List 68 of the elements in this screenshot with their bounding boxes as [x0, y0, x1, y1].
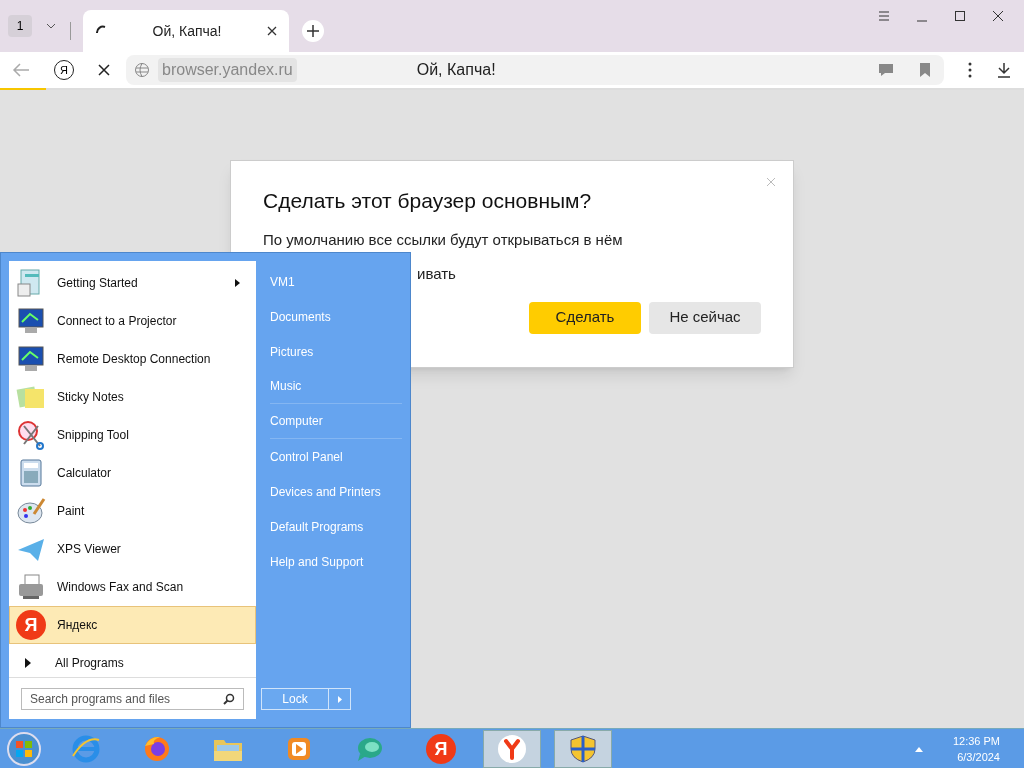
scissors-icon: [16, 420, 46, 450]
program-item[interactable]: Getting Started: [9, 264, 256, 302]
cancel-button[interactable]: Не сейчас: [649, 301, 761, 334]
dialog-text: ивать: [417, 264, 457, 284]
lock-options-button[interactable]: [329, 688, 351, 710]
y-logo-icon: [496, 732, 528, 765]
arrow-right-icon: [337, 695, 342, 703]
taskbar-button[interactable]: [483, 729, 541, 768]
clock-time: 12:36 PM: [952, 733, 1000, 749]
tab-title: Ой, Капча!: [151, 22, 223, 41]
bookmark-icon[interactable]: [918, 62, 932, 78]
taskbar-button[interactable]: [554, 729, 612, 768]
program-item[interactable]: Я Яндекс: [9, 606, 256, 644]
program-label: Getting Started: [57, 275, 139, 292]
shield-icon: [568, 733, 598, 764]
start-orb-icon[interactable]: [4, 730, 44, 767]
tab-counter[interactable]: 1: [8, 15, 32, 37]
maximize-icon[interactable]: [954, 10, 966, 22]
url-text: browser.yandex.ru: [158, 58, 297, 82]
letter-e-globe-icon: [71, 733, 101, 764]
search-field[interactable]: Search programs and files: [21, 687, 244, 710]
more-icon[interactable]: [968, 62, 972, 78]
printer-icon: [16, 572, 46, 602]
program-label: Sticky Notes: [57, 389, 125, 406]
clock-date: 6/3/2024: [957, 749, 1000, 765]
confirm-button[interactable]: Сделать: [529, 301, 641, 334]
program-label: Paint: [57, 503, 86, 520]
close-icon[interactable]: [267, 26, 277, 36]
all-programs-label: All Programs: [55, 654, 124, 672]
menu-icon[interactable]: [878, 10, 890, 22]
globe-icon: [134, 62, 150, 78]
program-item[interactable]: Remote Desktop Connection: [9, 340, 256, 378]
search-input[interactable]: Search programs and files: [30, 689, 223, 708]
dialog-text: По умолчанию все ссылки будут открываться в нём: [263, 229, 624, 250]
program-item[interactable]: Sticky Notes: [9, 378, 256, 416]
program-label: Windows Fax and Scan: [57, 579, 185, 596]
address-bar[interactable]: browser.yandex.ru Ой, Капча!: [126, 55, 944, 85]
taskbar-button[interactable]: Я: [412, 729, 470, 768]
program-item[interactable]: Paint: [9, 492, 256, 530]
submenu-arrow-icon: [235, 279, 240, 287]
monitor-icon: [16, 344, 46, 374]
program-label: Remote Desktop Connection: [57, 351, 212, 368]
program-label: XPS Viewer: [57, 541, 122, 558]
comment-icon[interactable]: [878, 62, 894, 78]
monitor-icon: [16, 306, 46, 336]
back-arrow-icon[interactable]: [12, 62, 30, 78]
stop-icon[interactable]: [98, 64, 110, 76]
yandex-logo-icon: Я: [426, 733, 456, 764]
plus-icon[interactable]: [301, 19, 325, 43]
program-label: Calculator: [57, 465, 113, 482]
program-label: Connect to a Projector: [57, 313, 178, 330]
expand-arrow-icon: [25, 657, 31, 668]
search-icon: [223, 692, 235, 705]
program-label: Яндекс: [57, 617, 99, 634]
program-item[interactable]: Calculator: [9, 454, 256, 492]
download-icon[interactable]: [996, 62, 1012, 78]
program-item[interactable]: Windows Fax and Scan: [9, 568, 256, 606]
close-icon[interactable]: [992, 10, 1004, 22]
page-title: Ой, Капча!: [416, 60, 497, 80]
program-item[interactable]: Snipping Tool: [9, 416, 256, 454]
yandex-logo-icon: Я: [16, 610, 46, 640]
dialog-title: Сделать этот браузер основным?: [263, 188, 593, 214]
browser-tab[interactable]: Ой, Капча!: [83, 10, 289, 52]
program-label: Snipping Tool: [57, 427, 130, 444]
program-item[interactable]: XPS Viewer: [9, 530, 256, 568]
all-programs-item[interactable]: All Programs: [9, 648, 256, 678]
palette-icon: [16, 496, 46, 526]
program-item[interactable]: Connect to a Projector: [9, 302, 256, 340]
